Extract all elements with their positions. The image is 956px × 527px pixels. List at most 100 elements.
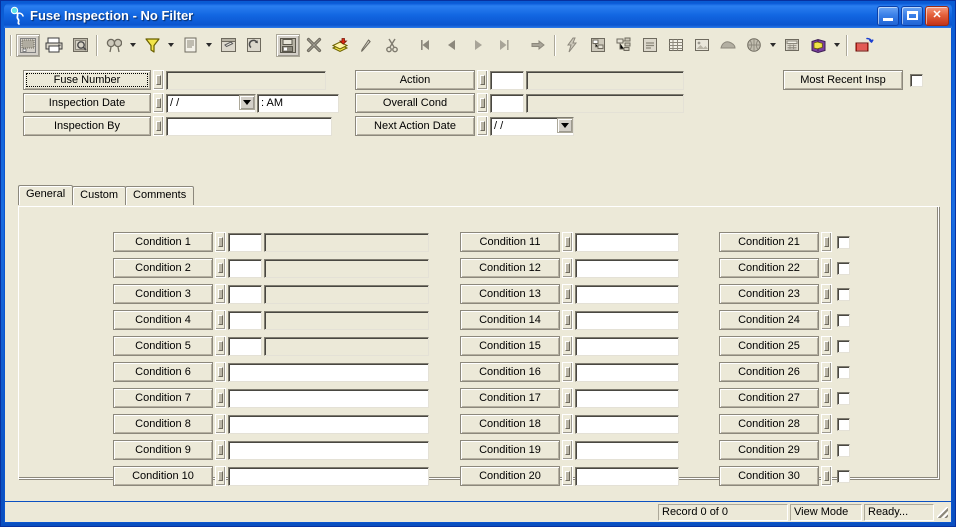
condition-22-checkbox[interactable]	[837, 261, 850, 275]
condition-20-input[interactable]	[575, 466, 679, 486]
condition-19-lookup-grip[interactable]	[562, 440, 573, 460]
image-button[interactable]	[690, 33, 714, 57]
tab-custom[interactable]: Custom	[72, 186, 127, 205]
action-label-button[interactable]: Action	[355, 70, 475, 90]
condition-29-lookup-grip[interactable]	[821, 440, 832, 460]
condition-16-lookup-grip[interactable]	[562, 362, 573, 382]
condition-12-lookup-grip[interactable]	[562, 258, 573, 278]
overall-cond-code-input[interactable]	[490, 93, 524, 113]
print-preview-button[interactable]	[68, 33, 92, 57]
condition-2-label-button[interactable]: Condition 2	[113, 258, 213, 278]
condition-25-lookup-grip[interactable]	[821, 336, 832, 356]
condition-8-input[interactable]	[228, 414, 429, 434]
chevron-down-icon[interactable]	[557, 117, 573, 133]
filter-button[interactable]	[140, 33, 164, 57]
condition-3-lookup-grip[interactable]	[215, 284, 226, 304]
condition-4-code-input[interactable]	[228, 310, 262, 330]
condition-30-label-button[interactable]: Condition 30	[719, 466, 819, 486]
add-record-button[interactable]	[328, 33, 352, 57]
condition-4-description-input[interactable]	[264, 310, 429, 330]
first-record-button[interactable]	[414, 33, 438, 57]
condition-5-description-input[interactable]	[264, 336, 429, 356]
condition-14-lookup-grip[interactable]	[562, 310, 573, 330]
condition-20-label-button[interactable]: Condition 20	[460, 466, 560, 486]
condition-20-lookup-grip[interactable]	[562, 466, 573, 486]
last-record-button[interactable]	[492, 33, 516, 57]
condition-3-code-input[interactable]	[228, 284, 262, 304]
goto-record-button[interactable]	[526, 33, 550, 57]
condition-3-label-button[interactable]: Condition 3	[113, 284, 213, 304]
inspection-time-input[interactable]: : AM	[257, 93, 339, 113]
condition-11-label-button[interactable]: Condition 11	[460, 232, 560, 252]
help-book-button[interactable]	[806, 33, 830, 57]
grid-view-button[interactable]	[664, 33, 688, 57]
help-dropdown-arrow[interactable]	[831, 34, 842, 57]
condition-14-label-button[interactable]: Condition 14	[460, 310, 560, 330]
condition-19-input[interactable]	[575, 440, 679, 460]
notes-button[interactable]	[638, 33, 662, 57]
condition-23-lookup-grip[interactable]	[821, 284, 832, 304]
title-bar[interactable]: Fuse Inspection - No Filter ✕	[4, 3, 952, 28]
resize-grip-icon[interactable]	[934, 504, 950, 520]
condition-9-lookup-grip[interactable]	[215, 440, 226, 460]
overall-cond-description-input[interactable]	[526, 93, 684, 113]
condition-29-checkbox[interactable]	[837, 443, 850, 457]
condition-12-input[interactable]	[575, 258, 679, 278]
report-dropdown-arrow[interactable]	[203, 34, 214, 57]
fuse-number-input[interactable]	[166, 70, 326, 90]
most-recent-insp-checkbox[interactable]	[910, 73, 923, 87]
condition-15-input[interactable]	[575, 336, 679, 356]
condition-13-label-button[interactable]: Condition 13	[460, 284, 560, 304]
condition-22-label-button[interactable]: Condition 22	[719, 258, 819, 278]
condition-1-lookup-grip[interactable]	[215, 232, 226, 252]
condition-13-lookup-grip[interactable]	[562, 284, 573, 304]
condition-9-input[interactable]	[228, 440, 429, 460]
most-recent-insp-button[interactable]: Most Recent Insp	[783, 70, 903, 90]
condition-21-checkbox[interactable]	[837, 235, 850, 249]
form-design-button[interactable]	[216, 33, 240, 57]
condition-18-input[interactable]	[575, 414, 679, 434]
map-button[interactable]	[716, 33, 740, 57]
next-action-date-lookup-grip[interactable]	[477, 116, 488, 136]
condition-18-label-button[interactable]: Condition 18	[460, 414, 560, 434]
condition-30-lookup-grip[interactable]	[821, 466, 832, 486]
inspection-date-label-button[interactable]: Inspection Date	[23, 93, 151, 113]
condition-6-lookup-grip[interactable]	[215, 362, 226, 382]
condition-11-lookup-grip[interactable]	[562, 232, 573, 252]
action-lookup-grip[interactable]	[477, 70, 488, 90]
condition-7-lookup-grip[interactable]	[215, 388, 226, 408]
find-button[interactable]	[102, 33, 126, 57]
condition-4-lookup-grip[interactable]	[215, 310, 226, 330]
maximize-button[interactable]	[901, 5, 923, 26]
globe-dropdown-arrow[interactable]	[767, 34, 778, 57]
condition-22-lookup-grip[interactable]	[821, 258, 832, 278]
hierarchy-button[interactable]	[586, 33, 610, 57]
chevron-down-icon[interactable]	[239, 94, 255, 110]
condition-2-lookup-grip[interactable]	[215, 258, 226, 278]
action-code-input[interactable]	[490, 70, 524, 90]
condition-17-lookup-grip[interactable]	[562, 388, 573, 408]
condition-21-lookup-grip[interactable]	[821, 232, 832, 252]
edit-button[interactable]	[354, 33, 378, 57]
tab-general[interactable]: General	[18, 185, 74, 205]
condition-26-label-button[interactable]: Condition 26	[719, 362, 819, 382]
condition-6-label-button[interactable]: Condition 6	[113, 362, 213, 382]
condition-28-label-button[interactable]: Condition 28	[719, 414, 819, 434]
condition-8-label-button[interactable]: Condition 8	[113, 414, 213, 434]
condition-6-input[interactable]	[228, 362, 429, 382]
condition-16-input[interactable]	[575, 362, 679, 382]
condition-27-checkbox[interactable]	[837, 391, 850, 405]
lightning-action-button[interactable]	[560, 33, 584, 57]
condition-27-label-button[interactable]: Condition 27	[719, 388, 819, 408]
inspection-by-input[interactable]	[166, 116, 332, 136]
condition-21-label-button[interactable]: Condition 21	[719, 232, 819, 252]
action-description-input[interactable]	[526, 70, 684, 90]
condition-14-input[interactable]	[575, 310, 679, 330]
find-dropdown-arrow[interactable]	[127, 34, 138, 57]
condition-10-lookup-grip[interactable]	[215, 466, 226, 486]
app-running-figure-icon[interactable]	[6, 5, 28, 27]
condition-1-code-input[interactable]	[228, 232, 262, 252]
cut-button[interactable]	[380, 33, 404, 57]
fuse-number-label-button[interactable]: Fuse Number	[23, 70, 151, 90]
condition-26-lookup-grip[interactable]	[821, 362, 832, 382]
